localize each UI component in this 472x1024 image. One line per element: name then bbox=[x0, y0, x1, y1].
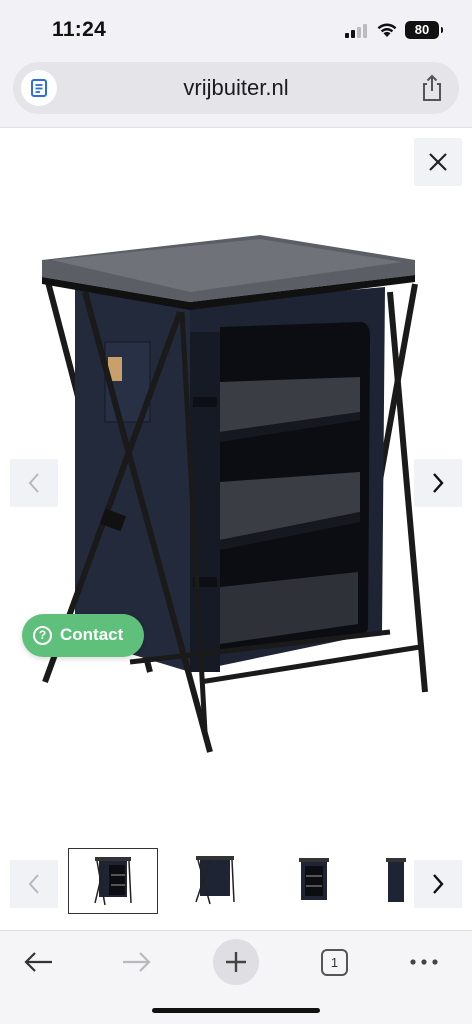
tabs-icon: 1 bbox=[321, 949, 348, 976]
url-text[interactable]: vrijbuiter.nl bbox=[73, 75, 399, 101]
browser-address-area: vrijbuiter.nl bbox=[0, 60, 472, 128]
close-gallery-button[interactable] bbox=[414, 138, 462, 186]
status-time: 11:24 bbox=[52, 18, 107, 41]
contact-button[interactable]: ? Contact bbox=[22, 614, 144, 657]
previous-image-button[interactable] bbox=[10, 459, 58, 507]
chevron-right-icon bbox=[433, 874, 444, 894]
thumbnail-4[interactable] bbox=[374, 848, 414, 914]
share-icon[interactable] bbox=[419, 74, 445, 102]
reader-icon bbox=[31, 79, 47, 97]
forward-button[interactable] bbox=[113, 939, 159, 985]
forward-arrow-icon bbox=[123, 952, 151, 972]
thumbnail-2[interactable] bbox=[170, 848, 260, 914]
battery-indicator: 80 bbox=[405, 21, 443, 39]
thumbnail-3[interactable] bbox=[272, 848, 362, 914]
plus-icon bbox=[226, 952, 246, 972]
back-arrow-icon bbox=[24, 952, 52, 972]
status-bar: 11:24 80 bbox=[0, 0, 472, 60]
cellular-signal-icon bbox=[345, 24, 369, 38]
reader-mode-button[interactable] bbox=[21, 70, 57, 106]
home-indicator bbox=[152, 1008, 320, 1013]
chevron-right-icon bbox=[433, 473, 444, 493]
back-button[interactable] bbox=[16, 939, 62, 985]
contact-label: Contact bbox=[60, 625, 124, 644]
chevron-left-icon bbox=[28, 473, 39, 493]
thumbnails-previous-button[interactable] bbox=[10, 860, 58, 908]
tabs-button[interactable]: 1 bbox=[311, 939, 357, 985]
thumbnails-next-button[interactable] bbox=[414, 860, 462, 908]
more-menu-button[interactable] bbox=[401, 939, 447, 985]
chevron-left-icon bbox=[28, 874, 39, 894]
help-icon: ? bbox=[33, 626, 52, 645]
new-tab-button[interactable] bbox=[213, 939, 259, 985]
next-image-button[interactable] bbox=[414, 459, 462, 507]
thumbnail-1[interactable] bbox=[68, 848, 158, 914]
product-image bbox=[42, 235, 428, 753]
wifi-icon bbox=[377, 23, 397, 37]
more-icon bbox=[410, 959, 438, 965]
address-bar[interactable]: vrijbuiter.nl bbox=[13, 62, 459, 114]
close-icon bbox=[429, 153, 447, 171]
